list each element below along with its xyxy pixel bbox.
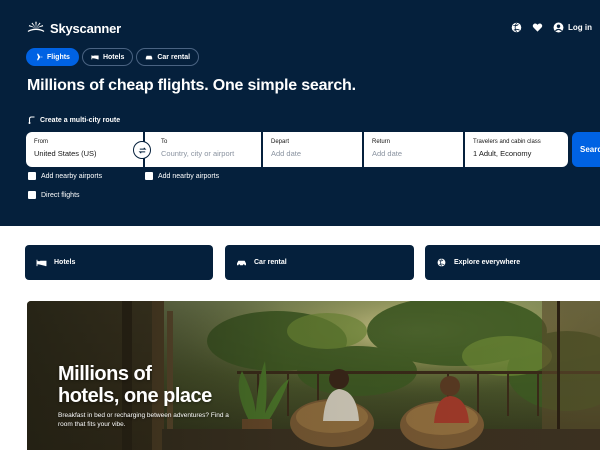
login-button[interactable]: Log in (553, 22, 592, 33)
login-label: Log in (568, 23, 592, 32)
user-icon (553, 22, 564, 33)
bed-icon (91, 55, 99, 60)
hero-section: Skyscanner Log in Flights Hotels Car ren… (0, 0, 600, 226)
checkbox-box[interactable] (28, 191, 36, 199)
search-button[interactable]: Search (572, 132, 600, 167)
travellers-label: Travelers and cabin class (473, 139, 541, 145)
nearby-from-checkbox[interactable]: Add nearby airports (28, 172, 102, 180)
banner-subtitle: Breakfast in bed or recharging between a… (58, 412, 229, 428)
direct-flights-checkbox[interactable]: Direct flights (28, 191, 80, 199)
quick-link-hotels[interactable]: Hotels (25, 245, 213, 280)
banner-title: Millions of hotels, one place (58, 363, 258, 407)
tab-car-rental-label: Car rental (157, 53, 191, 61)
skyscanner-logo[interactable]: Skyscanner (27, 20, 121, 36)
quick-link-car-rental-label: Car rental (254, 259, 287, 266)
heart-icon[interactable] (532, 22, 543, 33)
banner-title-line2: hotels, one place (58, 385, 212, 407)
multi-city-link[interactable]: Create a multi-city route (28, 116, 120, 124)
depart-label: Depart (271, 139, 290, 145)
banner-title-line1: Millions of (58, 363, 152, 385)
swap-button[interactable] (133, 141, 151, 159)
nearby-from-label: Add nearby airports (41, 172, 103, 180)
tab-car-rental[interactable]: Car rental (136, 48, 200, 66)
depart-field[interactable]: Depart Add date (263, 132, 362, 167)
checkbox-box[interactable] (145, 172, 153, 180)
sunrise-logo-icon (27, 21, 45, 33)
hotels-promo-banner[interactable]: Millions of hotels, one place Breakfast … (27, 301, 600, 450)
hero-headline: Millions of cheap flights. One simple se… (27, 77, 356, 94)
car-icon (146, 55, 153, 60)
flight-search-form: From United States (US) To Country, city… (26, 132, 568, 167)
header-actions: Log in (511, 22, 592, 33)
brand-name: Skyscanner (50, 20, 121, 36)
bed-icon (36, 259, 47, 267)
tab-flights[interactable]: Flights (26, 48, 79, 66)
tab-hotels-label: Hotels (102, 53, 125, 61)
to-field[interactable]: To Country, city or airport (145, 132, 261, 167)
return-label: Return (372, 139, 391, 145)
tab-hotels[interactable]: Hotels (81, 48, 134, 66)
return-placeholder: Add date (372, 149, 403, 158)
globe-icon (437, 258, 446, 267)
direct-flights-label: Direct flights (41, 191, 80, 199)
from-label: From (34, 139, 48, 145)
swap-arrows-icon (138, 146, 146, 154)
plane-icon (35, 53, 43, 61)
quick-link-hotels-label: Hotels (54, 259, 76, 266)
product-tabs: Flights Hotels Car rental (26, 48, 200, 66)
globe-icon[interactable] (511, 22, 522, 33)
quick-link-explore-label: Explore everywhere (454, 259, 521, 266)
from-field[interactable]: From United States (US) (26, 132, 151, 167)
search-button-label: Search (580, 145, 600, 154)
quick-link-explore[interactable]: Explore everywhere (425, 245, 600, 280)
from-value: United States (US) (34, 149, 97, 158)
multi-city-label: Create a multi-city route (40, 116, 121, 124)
travellers-field[interactable]: Travelers and cabin class 1 Adult, Econo… (465, 132, 568, 167)
quick-link-car-rental[interactable]: Car rental (225, 245, 414, 280)
tab-flights-label: Flights (47, 53, 70, 61)
car-icon (237, 260, 246, 267)
nearby-to-label: Add nearby airports (158, 172, 220, 180)
to-placeholder: Country, city or airport (161, 149, 235, 158)
page: Skyscanner Log in Flights Hotels Car ren… (0, 0, 600, 450)
route-icon (28, 116, 35, 124)
depart-placeholder: Add date (271, 149, 302, 158)
nearby-to-checkbox[interactable]: Add nearby airports (145, 172, 219, 180)
return-field[interactable]: Return Add date (364, 132, 463, 167)
checkbox-box[interactable] (28, 172, 36, 180)
travellers-value: 1 Adult, Economy (473, 149, 532, 158)
to-label: To (161, 139, 168, 145)
